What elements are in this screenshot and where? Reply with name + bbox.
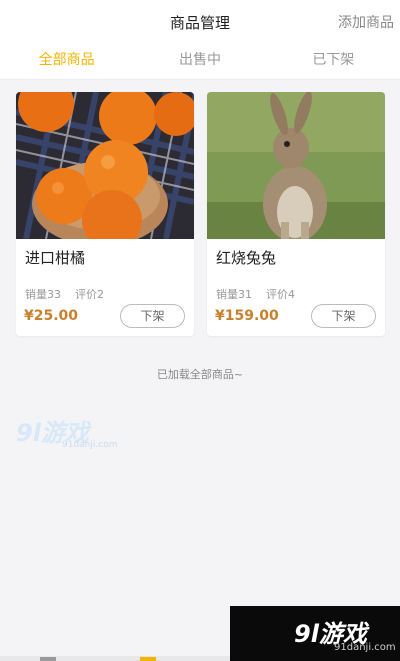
- delist-button[interactable]: 下架: [311, 304, 376, 328]
- review-count: 评价4: [266, 288, 295, 301]
- sales-count: 销量33: [25, 288, 61, 301]
- product-stats: 销量33 评价2: [25, 286, 104, 302]
- all-loaded-message: 已加载全部商品~: [156, 368, 244, 381]
- watermark-site: 91danji.com: [62, 440, 118, 450]
- rabbit-photo: [207, 92, 385, 239]
- add-product-button[interactable]: 添加商品: [338, 12, 394, 32]
- watermark-site: 91danji.com: [334, 642, 396, 653]
- bottom-nav-item[interactable]: [40, 657, 56, 661]
- review-count: 评价2: [75, 288, 104, 301]
- app-header: 商品管理 添加商品: [0, 0, 400, 40]
- bottom-nav-item[interactable]: [140, 657, 156, 661]
- product-card[interactable]: 进口柑橘 销量33 评价2 ¥25.00 下架: [16, 92, 194, 336]
- product-price: ¥159.00: [215, 308, 279, 324]
- delist-button[interactable]: 下架: [120, 304, 185, 328]
- product-name: 进口柑橘: [25, 249, 86, 267]
- product-price: ¥25.00: [24, 308, 79, 324]
- tab-bar: 全部商品 出售中 已下架: [0, 40, 400, 80]
- tab-delisted[interactable]: 已下架: [267, 40, 400, 79]
- product-stats: 销量31 评价4: [216, 286, 295, 302]
- product-name: 红烧兔兔: [216, 249, 277, 267]
- sales-count: 销量31: [216, 288, 252, 301]
- tab-on-sale[interactable]: 出售中: [133, 40, 266, 79]
- watermark-logo: 9l游戏 91danji.com: [16, 413, 118, 453]
- watermark-corner: 9l游戏 91danji.com: [230, 606, 400, 661]
- product-card[interactable]: 红烧兔兔 销量31 评价4 ¥159.00 下架: [207, 92, 385, 336]
- oranges-photo: [16, 92, 194, 239]
- bottom-nav-edge: [0, 656, 230, 661]
- tab-all-products[interactable]: 全部商品: [0, 40, 133, 79]
